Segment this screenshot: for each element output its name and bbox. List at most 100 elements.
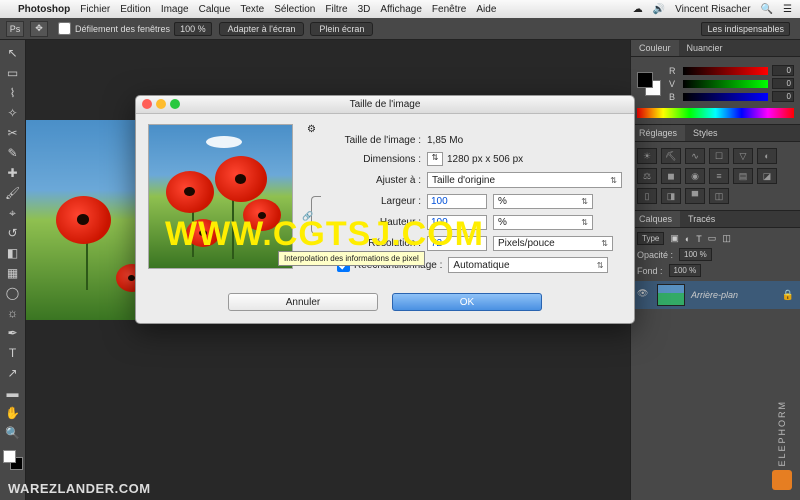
resolution-unit-select[interactable]: Pixels/pouce [493,236,613,251]
b-value[interactable]: 0 [772,91,794,102]
window-scroll-checkbox[interactable] [58,22,71,35]
adj-brightness-icon[interactable]: ☀ [637,148,657,164]
r-slider[interactable] [683,67,768,75]
adj-hue-icon[interactable]: ◐ [757,148,777,164]
fill-value[interactable]: 100 % [669,264,702,277]
tab-reglages[interactable]: Réglages [631,125,685,141]
type-tool-icon[interactable]: T [3,344,23,362]
adj-bw-icon[interactable]: ◼ [661,168,681,184]
dialog-titlebar[interactable]: Taille de l'image [136,96,634,114]
menu-affichage[interactable]: Affichage [380,4,422,15]
path-tool-icon[interactable]: ↗ [3,364,23,382]
color-swatches[interactable] [3,450,23,470]
full-screen-button[interactable]: Plein écran [310,22,373,36]
adj-threshold-icon[interactable]: ◨ [661,188,681,204]
zoom-window-icon[interactable] [170,99,180,109]
filter-type-icon[interactable]: T [696,234,702,244]
tab-calques[interactable]: Calques [631,211,680,227]
eyedropper-tool-icon[interactable]: ✎ [3,144,23,162]
adj-selective-icon[interactable]: ◫ [709,188,729,204]
tab-traces[interactable]: Tracés [680,211,723,227]
volume-icon[interactable]: 🔊 [653,4,665,15]
tab-styles[interactable]: Styles [685,125,726,141]
panel-color-swatches[interactable] [637,72,661,96]
menu-extras-icon[interactable]: ☰ [783,4,792,15]
gradient-tool-icon[interactable]: ▦ [3,264,23,282]
cancel-button[interactable]: Annuler [228,293,378,311]
menu-texte[interactable]: Texte [240,4,264,15]
fit-to-select[interactable]: Taille d'origine [427,172,622,188]
opacity-value[interactable]: 100 % [679,248,712,261]
tab-nuancier[interactable]: Nuancier [679,40,731,56]
b-slider[interactable] [683,93,768,101]
move-tool-icon[interactable]: ↖ [3,44,23,62]
menu-aide[interactable]: Aide [476,4,496,15]
layer-name[interactable]: Arrière-plan [691,290,782,300]
link-dimensions-icon[interactable]: 🔗 [311,196,321,234]
fit-screen-button[interactable]: Adapter à l'écran [219,22,305,36]
resample-select[interactable]: Automatique [448,257,608,273]
adj-vibrance-icon[interactable]: ▽ [733,148,753,164]
adj-mixer-icon[interactable]: ≡ [709,168,729,184]
resolution-input[interactable] [427,236,487,251]
v-slider[interactable] [683,80,768,88]
history-brush-tool-icon[interactable]: ↺ [3,224,23,242]
filter-shape-icon[interactable]: ▭ [708,233,717,244]
adj-exposure-icon[interactable]: ☐ [709,148,729,164]
tab-couleur[interactable]: Couleur [631,40,679,56]
menu-image[interactable]: Image [161,4,189,15]
height-input[interactable] [427,215,487,230]
brush-tool-icon[interactable]: 🖌 [3,184,23,202]
menu-filtre[interactable]: Filtre [325,4,347,15]
eraser-tool-icon[interactable]: ◧ [3,244,23,262]
current-tool-icon[interactable]: ✥ [30,21,48,37]
layer-filter-dropdown[interactable]: Type [637,232,664,245]
layer-row[interactable]: 👁 Arrière-plan 🔒 [631,281,800,309]
pen-tool-icon[interactable]: ✒ [3,324,23,342]
workspace-dropdown[interactable]: Les indispensables [701,22,790,36]
hand-tool-icon[interactable]: ✋ [3,404,23,422]
adj-curves-icon[interactable]: ∿ [685,148,705,164]
dialog-settings-icon[interactable]: ⚙ [307,124,316,135]
menu-fichier[interactable]: Fichier [80,4,110,15]
menu-selection[interactable]: Sélection [274,4,315,15]
adj-levels-icon[interactable]: ⛏ [661,148,681,164]
width-input[interactable] [427,194,487,209]
dodge-tool-icon[interactable]: ☼ [3,304,23,322]
r-value[interactable]: 0 [772,65,794,76]
shape-tool-icon[interactable]: ▬ [3,384,23,402]
blur-tool-icon[interactable]: ◯ [3,284,23,302]
spotlight-icon[interactable]: 🔍 [761,4,773,15]
close-icon[interactable] [142,99,152,109]
app-name[interactable]: Photoshop [18,4,70,15]
foreground-color-swatch[interactable] [3,450,16,463]
adj-gradient-icon[interactable]: ▀ [685,188,705,204]
layer-thumbnail[interactable] [657,284,685,306]
hue-strip[interactable] [637,108,794,118]
adj-balance-icon[interactable]: ⚖ [637,168,657,184]
menu-fenetre[interactable]: Fenêtre [432,4,466,15]
cloud-icon[interactable]: ☁ [633,4,643,15]
heal-tool-icon[interactable]: ✚ [3,164,23,182]
lasso-tool-icon[interactable]: ⌇ [3,84,23,102]
stamp-tool-icon[interactable]: ⌖ [3,204,23,222]
adj-poster-icon[interactable]: ▯ [637,188,657,204]
adj-photo-filter-icon[interactable]: ◉ [685,168,705,184]
filter-pic-icon[interactable]: ▣ [670,233,679,244]
width-unit-select[interactable]: % [493,194,593,209]
adj-invert-icon[interactable]: ◪ [757,168,777,184]
layer-lock-icon[interactable]: 🔒 [782,290,794,301]
minimize-icon[interactable] [156,99,166,109]
ps-logo-icon[interactable]: Ps [6,21,24,37]
filter-smart-icon[interactable]: ◫ [722,233,731,244]
layer-visibility-icon[interactable]: 👁 [637,288,651,302]
menu-calque[interactable]: Calque [199,4,231,15]
v-value[interactable]: 0 [772,78,794,89]
marquee-tool-icon[interactable]: ▭ [3,64,23,82]
filter-adj-icon[interactable]: ◐ [685,234,690,244]
menu-edition[interactable]: Edition [120,4,151,15]
user-name[interactable]: Vincent Risacher [675,4,750,15]
height-unit-select[interactable]: % [493,215,593,230]
wand-tool-icon[interactable]: ✧ [3,104,23,122]
ok-button[interactable]: OK [392,293,542,311]
